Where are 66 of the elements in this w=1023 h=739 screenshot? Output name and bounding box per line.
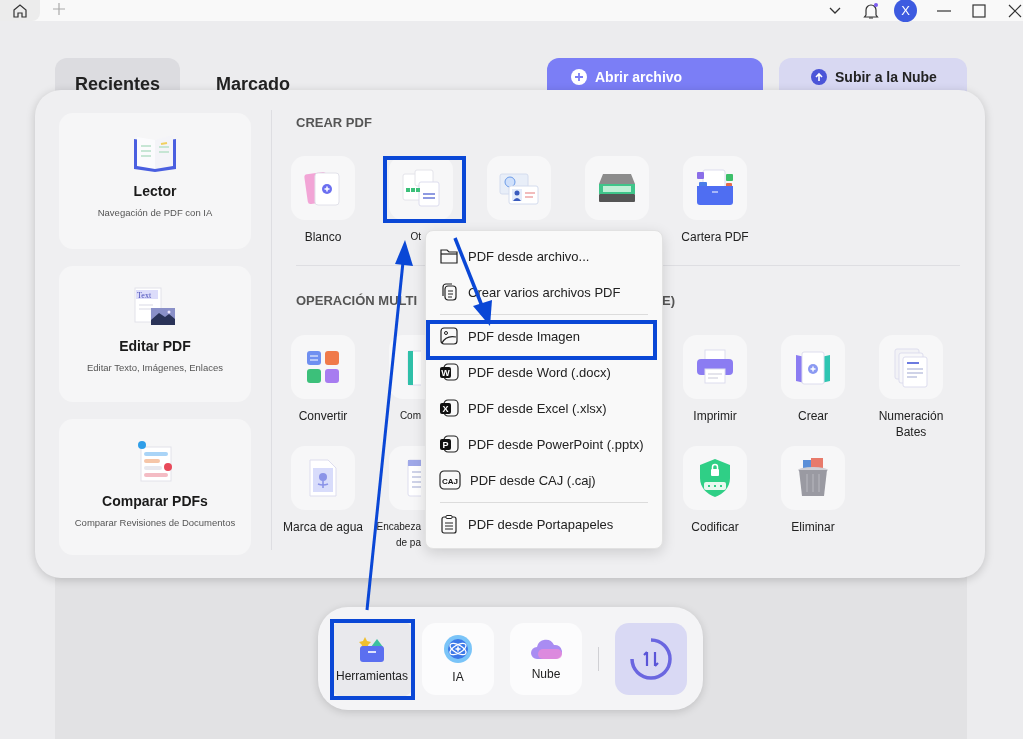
document-lines-icon — [404, 456, 421, 500]
bell-icon — [862, 1, 880, 20]
stacked-documents-icon — [891, 345, 931, 389]
clipboard-icon — [439, 514, 459, 534]
card-subtitle: Comparar Revisiones de Documentos — [74, 517, 236, 528]
dock-button[interactable]: IA — [422, 622, 494, 695]
tool-label: Imprimir — [692, 408, 738, 424]
tool-tile[interactable] — [683, 335, 747, 399]
plus-icon — [52, 1, 66, 16]
tool-label: Crear — [797, 408, 829, 424]
tool-label: Numeración Bates — [877, 408, 945, 440]
home-tab[interactable] — [0, 0, 40, 21]
documents-icon — [399, 166, 443, 210]
tool-tile[interactable] — [487, 156, 551, 220]
feature-card[interactable]: Comparar PDFs Comparar Revisiones de Documentos — [59, 419, 251, 555]
card-title: Lector — [133, 183, 177, 199]
home-icon — [12, 2, 28, 19]
tool-tile[interactable] — [683, 156, 747, 220]
menu-item[interactable]: PDF desde archivo... — [426, 238, 662, 274]
plus-circle-icon — [571, 69, 587, 85]
card-title: Comparar PDFs — [102, 493, 208, 509]
tool-label: Eliminar — [790, 519, 836, 535]
user-avatar[interactable]: X — [894, 0, 917, 22]
tool-label: Com — [398, 409, 421, 423]
tool-label: Encabeza de pa — [375, 520, 421, 550]
menu-item[interactable]: CAJ PDF desde CAJ (.caj) — [426, 462, 662, 498]
feature-card[interactable]: Lector Navegación de PDF con IA — [59, 113, 251, 249]
close-icon — [1007, 2, 1023, 19]
caj-file-icon: CAJ — [439, 470, 461, 490]
menu-item[interactable]: P PDF desde PowerPoint (.pptx) — [426, 426, 662, 462]
tool-tile[interactable] — [683, 446, 747, 510]
menu-item[interactable]: PDF desde Portapapeles — [426, 506, 662, 542]
upload-icon — [811, 69, 827, 85]
card-title: Editar PDF — [119, 338, 191, 354]
menu-item[interactable]: X PDF desde Excel (.xlsx) — [426, 390, 662, 426]
tool-tile[interactable] — [879, 335, 943, 399]
tool-label: Convertir — [297, 408, 349, 424]
tool-label: Cartera PDF — [680, 229, 750, 245]
tool-tile[interactable] — [291, 446, 355, 510]
tool-label: Blanco — [303, 229, 343, 245]
sync-icon — [629, 636, 673, 681]
feature-card[interactable]: Text Editar PDF Editar Texto, Imágenes, Enlaces — [59, 266, 251, 402]
image-icon — [439, 326, 459, 346]
card-subtitle: Editar Texto, Imágenes, Enlaces — [86, 362, 224, 373]
menu-item[interactable]: W PDF desde Word (.docx) — [426, 354, 662, 390]
tool-label: Marca de agua — [281, 519, 365, 535]
tool-label: Ot — [409, 230, 421, 244]
tool-tile[interactable] — [585, 156, 649, 220]
card-subtitle: Navegación de PDF con IA — [97, 207, 213, 218]
menu-item[interactable]: PDF desde Imagen — [426, 318, 662, 354]
dock-button[interactable]: Nube — [510, 622, 582, 695]
tool-tile[interactable] — [291, 156, 355, 220]
compare-document-icon — [135, 439, 175, 483]
section-title: CREAR PDF — [295, 115, 373, 132]
chevron-down-icon — [828, 5, 842, 16]
tool-tile[interactable] — [781, 446, 845, 510]
ai-orb-icon — [443, 633, 473, 664]
folder-icon — [439, 246, 459, 266]
section-title: E) — [662, 293, 675, 310]
maximize-icon — [971, 2, 987, 19]
copy-icon — [439, 282, 459, 302]
minimize-icon — [937, 9, 951, 12]
sync-button[interactable] — [615, 622, 687, 695]
tool-tile[interactable] — [291, 335, 355, 399]
tool-label: Codificar — [690, 519, 740, 535]
tool-tile[interactable] — [781, 335, 845, 399]
